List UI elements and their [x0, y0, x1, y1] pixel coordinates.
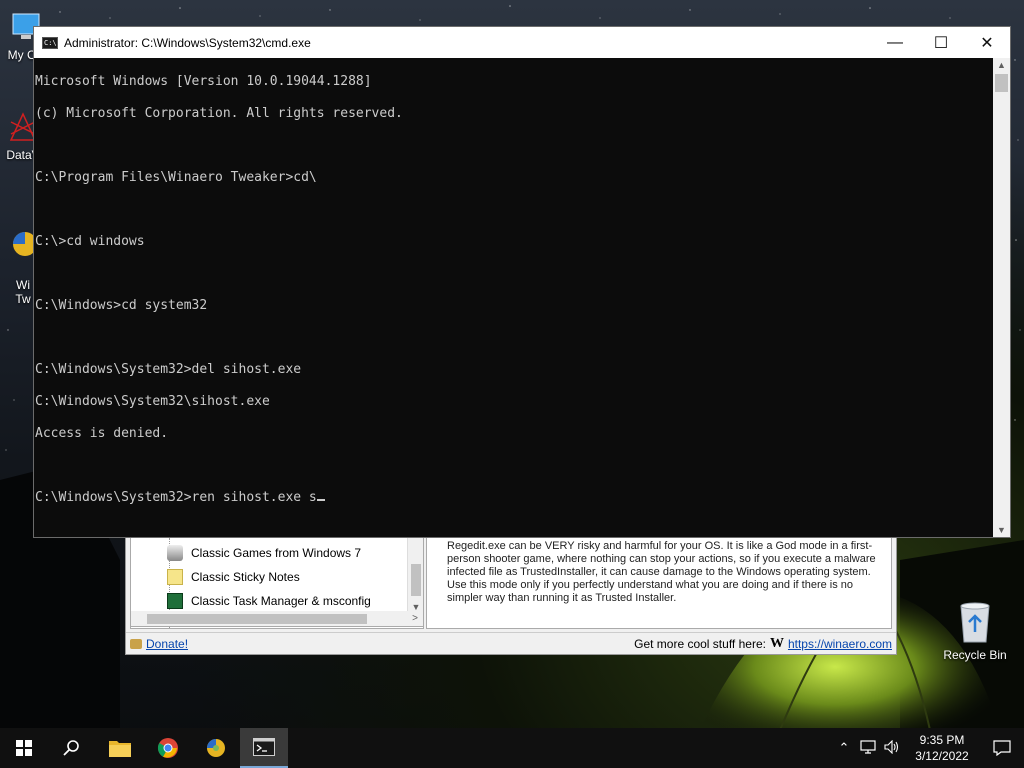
console-line: C:\Windows\System32>del sihost.exe: [35, 362, 302, 377]
action-center-button[interactable]: [980, 740, 1024, 756]
tree-item-label: Classic Games from Windows 7: [191, 546, 362, 560]
cmd-title-bar[interactable]: C:\ Administrator: C:\Windows\System32\c…: [34, 27, 1010, 58]
tree-horizontal-scrollbar[interactable]: >: [130, 611, 424, 627]
taskbar-file-explorer[interactable]: [96, 728, 144, 768]
donate-icon: [130, 638, 142, 649]
console-line: C:\Windows\System32\sihost.exe: [35, 394, 270, 409]
taskbar-winaero-tweaker[interactable]: [192, 728, 240, 768]
recycle-bin-icon: [960, 602, 990, 643]
cmd-console-output[interactable]: Microsoft Windows [Version 10.0.19044.12…: [34, 58, 993, 537]
taskbar: ⌃ 9:35 PM 3/12/2022: [0, 728, 1024, 768]
task-manager-icon: [167, 593, 183, 609]
maximize-button[interactable]: ☐: [918, 27, 964, 58]
tree-item-label: Classic Task Manager & msconfig: [191, 594, 371, 608]
cmd-app-icon: C:\: [42, 36, 58, 49]
start-button[interactable]: [0, 728, 48, 768]
tree-vertical-scrollbar[interactable]: ▼: [407, 538, 423, 612]
notification-icon: [993, 740, 1011, 756]
cmd-window[interactable]: C:\ Administrator: C:\Windows\System32\c…: [33, 26, 1011, 538]
scroll-right-arrow-icon[interactable]: >: [407, 611, 423, 627]
console-line: Microsoft Windows [Version 10.0.19044.12…: [35, 74, 372, 89]
console-input-line[interactable]: C:\Windows\System32>ren sihost.exe s: [35, 490, 993, 506]
taskbar-clock[interactable]: 9:35 PM 3/12/2022: [904, 732, 980, 764]
desktop-icon-label: Wi Tw: [15, 278, 31, 306]
tree-item-classic-games[interactable]: Classic Games from Windows 7: [167, 542, 361, 564]
scroll-up-arrow-icon[interactable]: ▲: [993, 60, 1010, 70]
sticky-notes-icon: [167, 569, 183, 585]
cmd-vertical-scrollbar[interactable]: ▲ ▼: [993, 58, 1010, 537]
taskbar-cmd[interactable]: [240, 728, 288, 768]
chrome-icon: [157, 738, 178, 758]
clock-date: 3/12/2022: [915, 749, 969, 763]
console-line: ​: [35, 458, 993, 474]
cmd-window-title: Administrator: C:\Windows\System32\cmd.e…: [64, 35, 311, 50]
console-line: ​: [35, 202, 993, 218]
console-line: Access is denied.: [35, 426, 169, 441]
file-explorer-icon: [109, 741, 131, 757]
network-icon[interactable]: [856, 739, 880, 757]
clock-time: 9:35 PM: [919, 733, 965, 747]
recycle-bin-label: Recycle Bin: [943, 648, 1007, 662]
desktop-icon-recycle-bin[interactable]: Recycle Bin: [940, 600, 1010, 662]
start-icon: [16, 740, 32, 756]
tree-item-task-manager[interactable]: Classic Task Manager & msconfig: [167, 590, 371, 612]
games-icon: [167, 545, 183, 561]
scroll-down-arrow-icon[interactable]: ▼: [993, 525, 1010, 535]
tree-item-label: Classic Sticky Notes: [191, 570, 300, 584]
winaero-tweaker-window[interactable]: Classic Games from Windows 7 Classic Sti…: [125, 530, 897, 655]
system-tray: ⌃ 9:35 PM 3/12/2022: [832, 728, 1024, 768]
text-cursor: [316, 499, 325, 501]
console-line: ​: [35, 138, 993, 154]
console-current-command: C:\Windows\System32>ren sihost.exe s: [35, 490, 317, 505]
tweaker-status-bar: Donate! Get more cool stuff here: W http…: [126, 632, 896, 654]
console-line: (c) Microsoft Corporation. All rights re…: [35, 106, 403, 121]
show-hidden-icons-chevron-icon[interactable]: ⌃: [832, 740, 856, 756]
volume-icon[interactable]: [880, 739, 904, 757]
search-icon: [63, 740, 79, 756]
more-stuff-label: Get more cool stuff here:: [634, 636, 766, 651]
scrollbar-thumb[interactable]: [147, 614, 367, 624]
winaero-tweaker-icon: [207, 739, 225, 757]
console-line: C:\>cd windows: [35, 234, 145, 249]
minimize-button[interactable]: —: [872, 27, 918, 58]
tree-item-sticky-notes[interactable]: Classic Sticky Notes: [167, 566, 300, 588]
console-line: C:\Windows>cd system32: [35, 298, 208, 313]
console-line: ​: [35, 266, 993, 282]
taskbar-chrome[interactable]: [144, 728, 192, 768]
console-line: ​: [35, 330, 993, 346]
scrollbar-thumb[interactable]: [995, 74, 1008, 92]
winaero-w-icon: W: [769, 635, 784, 651]
description-text: Regedit.exe can be VERY risky and harmfu…: [447, 540, 876, 604]
console-line: C:\Program Files\Winaero Tweaker>cd\: [35, 170, 317, 185]
scrollbar-thumb[interactable]: [411, 564, 421, 596]
donate-link[interactable]: Donate!: [146, 637, 188, 651]
tweaker-description-panel: Regedit.exe can be VERY risky and harmfu…: [426, 535, 892, 629]
close-button[interactable]: ✕: [964, 27, 1010, 58]
winaero-link[interactable]: https://winaero.com: [788, 637, 892, 651]
search-button[interactable]: [48, 728, 96, 768]
cmd-icon: [253, 738, 275, 756]
